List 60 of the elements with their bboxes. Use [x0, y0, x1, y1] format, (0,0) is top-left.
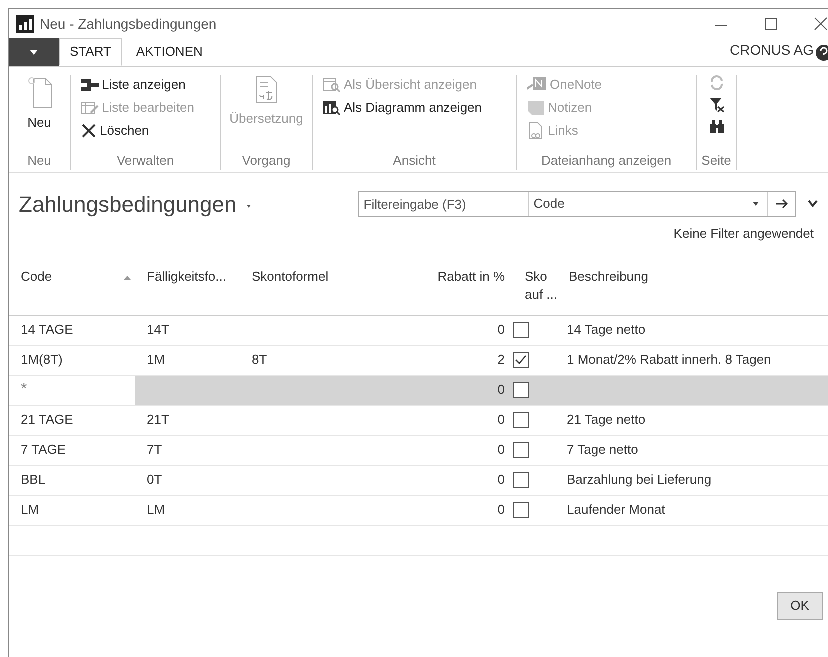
table-row[interactable]: LM LM 0 Laufender Monat — [9, 496, 828, 526]
table-row[interactable]: * 0 — [9, 376, 828, 406]
table-row[interactable]: 14 TAGE 14T 0 14 Tage netto — [9, 316, 828, 346]
page-title: Zahlungsbedingungen — [19, 190, 237, 219]
table-cell-text: 21 TAGE — [21, 411, 74, 430]
group-label: Verwalten — [116, 152, 174, 170]
column-header[interactable]: Skontoformel — [252, 268, 329, 286]
group-label: Vorgang — [242, 152, 291, 170]
table-cell-text: 7 TAGE — [21, 441, 66, 460]
window-title: Neu - Zahlungsbedingungen — [40, 14, 217, 34]
group-label: Ansicht — [393, 152, 436, 170]
filter-input[interactable]: Filtereingabe (F3) — [358, 192, 529, 216]
table-cell-text: LM — [147, 501, 166, 520]
table-cell-text: 0 — [498, 381, 505, 400]
table-cell-text: BBL — [21, 471, 46, 490]
column-header[interactable]: Sko auf ... — [525, 268, 565, 304]
column-header[interactable]: Fälligkeitsfo... — [147, 268, 226, 286]
ribbon-button[interactable]: Liste anzeigen — [81, 75, 186, 94]
ok-button[interactable]: OK — [777, 592, 823, 620]
table-row[interactable]: BBL 0T 0 Barzahlung bei Lieferung — [9, 466, 828, 496]
table-cell-text: 0T — [147, 471, 162, 490]
filter-box[interactable]: Filtereingabe (F3) Code — [358, 191, 796, 217]
table-cell-text: 14 Tage netto — [567, 321, 646, 340]
group-label: Seite — [702, 152, 732, 170]
table-cell-text: Barzahlung bei Lieferung — [567, 471, 712, 490]
filter-field[interactable]: Code — [528, 194, 753, 214]
column-header[interactable]: Code — [21, 268, 52, 286]
ribbon-tab[interactable]: START — [59, 38, 122, 66]
table-cell-text: 1M(8T) — [21, 351, 63, 370]
table-cell-text: 7T — [147, 441, 162, 460]
column-header[interactable]: Rabatt in % — [438, 268, 505, 286]
table-cell-text: 21T — [147, 411, 170, 430]
company-name: CRONUS AG — [730, 41, 814, 60]
table-cell-text: Laufender Monat — [567, 501, 666, 520]
table-cell-text: 0 — [498, 321, 505, 340]
filter-status: Keine Filter angewendet — [674, 225, 814, 243]
table-cell-text: 1 Monat/2% Rabatt innerh. 8 Tagen — [567, 351, 772, 370]
table-cell-text: 21 Tage netto — [567, 411, 646, 430]
table-row[interactable]: 7 TAGE 7T 0 7 Tage netto — [9, 436, 828, 466]
table-row[interactable]: 1M(8T) 1M 8T 2 1 Monat/2% Rabatt innerh. 8 Tagen — [9, 346, 828, 376]
ribbon-button[interactable]: Neu — [28, 113, 52, 132]
table-cell-text: 7 Tage netto — [567, 441, 638, 460]
table-cell-text: 2 — [498, 351, 505, 370]
table-cell-text: LM — [21, 501, 40, 520]
table-cell-text: 8T — [252, 351, 268, 370]
column-header[interactable]: Beschreibung — [569, 268, 648, 286]
group-label: Neu — [28, 152, 52, 170]
ribbon-button[interactable]: Als Diagramm anzeigen — [323, 98, 482, 117]
table-cell-text: 14T — [147, 321, 170, 340]
table-cell-text: * — [21, 380, 28, 400]
table-cell-text: 0 — [498, 411, 505, 430]
group-label: Dateianhang anzeigen — [541, 152, 672, 170]
ribbon-button[interactable]: Löschen — [81, 121, 150, 140]
table-cell-text: 14 TAGE — [21, 321, 74, 340]
table-cell-text: 0 — [498, 501, 505, 520]
table-cell-text: 1M — [147, 351, 166, 370]
table-cell-text: 0 — [498, 441, 505, 460]
table-cell-text: 0 — [498, 471, 505, 490]
table-row[interactable]: 21 TAGE 21T 0 21 Tage netto — [9, 406, 828, 436]
ribbon-tab[interactable]: AKTIONEN — [122, 38, 217, 66]
